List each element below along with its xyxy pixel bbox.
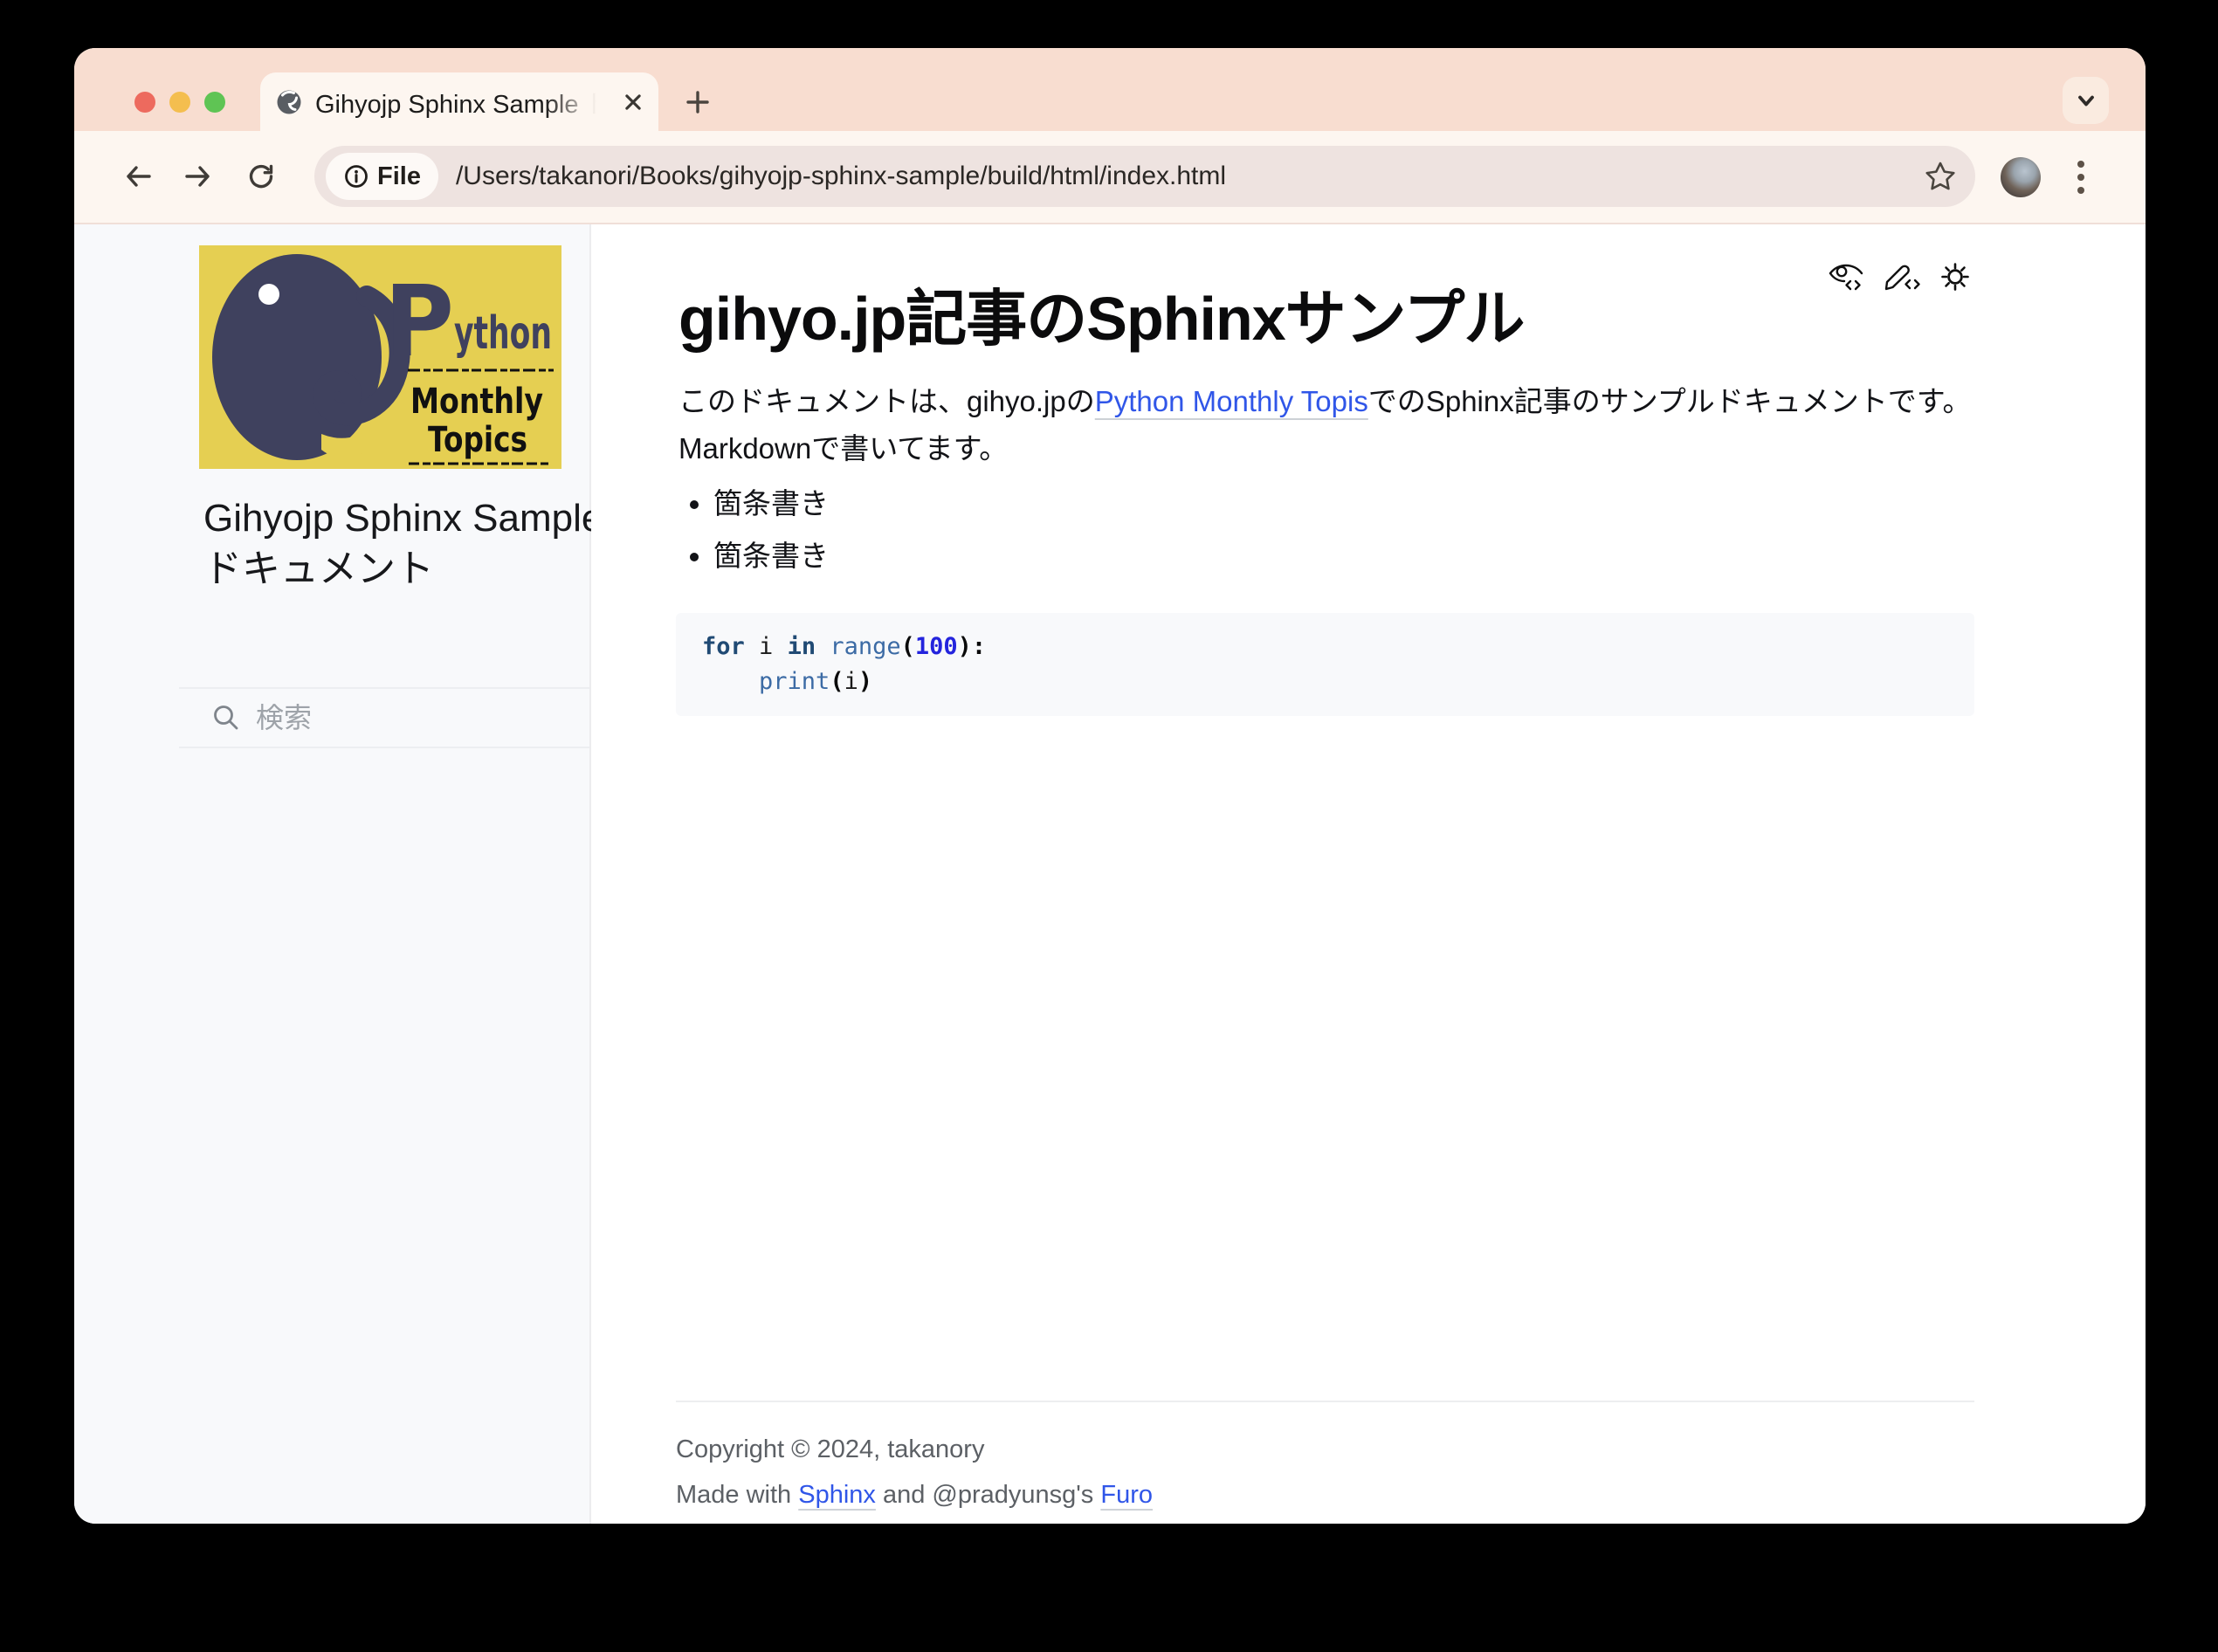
made-with-prefix: Made with [676,1481,798,1509]
intro-text-after: でのSphinx記事のサンプルドキュメントです。 [1368,385,1972,417]
browser-window: Gihyojp Sphinx Sample ドキュ [74,48,2146,1524]
url-text: /Users/takanori/Books/gihyojp-sphinx-sam… [456,162,1921,191]
furo-link[interactable]: Furo [1100,1481,1153,1509]
code-token: ) [858,668,872,695]
reload-button[interactable] [245,161,277,192]
code-token: ( [901,633,915,660]
kebab-menu-icon [2076,158,2086,196]
forward-arrow-icon [183,161,214,192]
page-viewport: P ython Monthly Topics Gihyojp Sphinx Sa… [74,224,2146,1524]
intro-paragraph: このドキュメントは、gihyo.jpのPython Monthly Topisで… [678,378,1988,472]
search-icon [210,702,242,733]
code-token: range [830,633,900,660]
info-icon [343,163,369,189]
intro-text-line2: Markdownで書いてます。 [678,432,1008,465]
list-item: 箇条書き [713,539,829,574]
browser-menu-button[interactable] [2076,158,2086,196]
tab-search-button[interactable] [2063,77,2109,124]
url-scheme-label: File [377,162,421,191]
browser-toolbar: File /Users/takanori/Books/gihyojp-sphin… [74,131,2146,224]
code-token: 100 [915,633,958,660]
code-token [702,668,759,695]
code-token: in [788,633,816,660]
code-token: i [745,633,788,660]
browser-tab[interactable]: Gihyojp Sphinx Sample ドキュ [260,72,658,131]
fullscreen-window-button[interactable] [204,92,225,113]
code-token: i [844,668,858,695]
new-tab-button[interactable] [685,89,711,115]
logo-text-topics: Topics [428,420,527,460]
tab-title: Gihyojp Sphinx Sample ドキュ [315,84,596,120]
page-footer: Copyright © 2024, takanory Made with Sph… [676,1401,1974,1523]
code-token: print [759,668,830,695]
page-title: gihyo.jp記事のSphinxサンプル [678,270,1525,358]
code-token: ( [830,668,844,695]
search-box[interactable] [179,687,589,748]
code-token: ): [958,633,987,660]
sun-icon [1935,259,1975,294]
code-listing: for i in range(100): print(i) [702,630,1948,699]
forward-button[interactable] [183,161,214,192]
close-window-button[interactable] [134,92,155,113]
python-monthly-topics-link[interactable]: Python Monthly Topis [1095,385,1368,417]
code-block: for i in range(100): print(i) [676,613,1974,716]
plus-icon [685,89,711,115]
eye-code-icon [1827,259,1867,294]
close-icon[interactable] [623,93,643,112]
page-actions [1826,258,1976,296]
main-content: gihyo.jp記事のSphinxサンプル このドキュメントは、gihyo.jp… [591,224,2146,1524]
minimize-window-button[interactable] [169,92,190,113]
back-arrow-icon [122,161,154,192]
sidebar-brand-title[interactable]: Gihyojp Sphinx Sample ドキュメント [203,493,614,595]
sphinx-link[interactable]: Sphinx [798,1481,876,1509]
list-item: 箇条書き [713,486,829,521]
tab-strip: Gihyojp Sphinx Sample ドキュ [74,48,2146,131]
profile-avatar[interactable] [2001,157,2041,197]
back-button[interactable] [122,161,154,192]
code-token: for [702,633,745,660]
search-input[interactable] [254,701,589,735]
made-with-text: Made with Sphinx and @pradyunsg's Furo [676,1477,1974,1512]
reload-icon [245,161,277,192]
globe-icon [276,89,302,115]
chevron-down-icon [2073,87,2099,114]
bullet-list: 箇条書き 箇条書き [694,486,829,591]
intro-text-before: このドキュメントは、gihyo.jpの [678,385,1095,417]
address-bar[interactable]: File /Users/takanori/Books/gihyojp-sphin… [314,146,1975,207]
theme-toggle-button[interactable] [1934,258,1976,296]
code-token [816,633,830,660]
edit-source-button[interactable] [1880,258,1922,296]
logo-text-ython: ython [454,307,552,360]
copyright-text: Copyright © 2024, takanory [676,1432,1974,1467]
sidebar-logo[interactable]: P ython Monthly Topics [199,245,561,469]
sidebar: P ython Monthly Topics Gihyojp Sphinx Sa… [74,224,591,1524]
logo-text-p: P [384,265,454,379]
view-source-button[interactable] [1826,258,1868,296]
made-with-middle: and @pradyunsg's [876,1481,1100,1509]
pencil-code-icon [1881,259,1921,294]
site-info-chip[interactable]: File [326,153,438,200]
bookmark-star-icon[interactable] [1921,157,1960,196]
logo-text-monthly: Monthly [410,382,543,422]
